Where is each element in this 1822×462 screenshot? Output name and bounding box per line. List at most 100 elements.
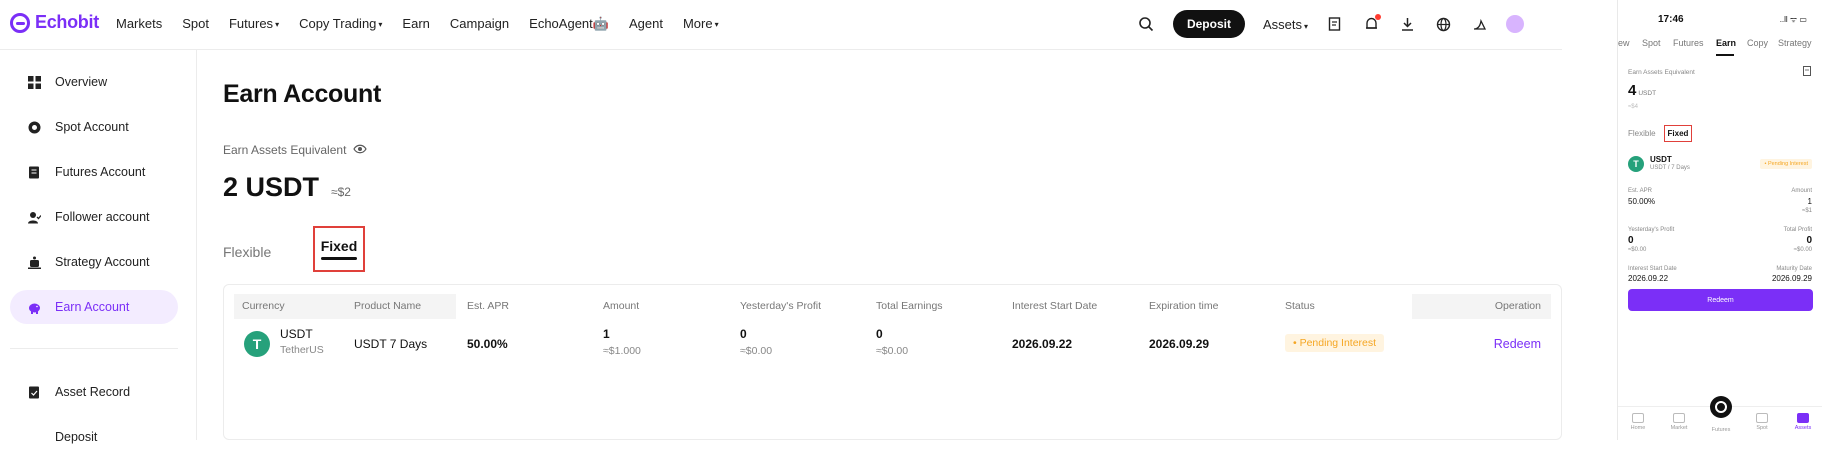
follower-icon xyxy=(28,211,41,224)
mobile-yesterday-profit: 0 xyxy=(1628,235,1634,246)
mobile-redeem-button[interactable]: Redeem xyxy=(1628,289,1813,311)
mobile-tab-spot[interactable]: Spot xyxy=(1642,38,1661,48)
nav-markets[interactable]: Markets xyxy=(116,16,162,32)
mobile-tab-strategy[interactable]: Strategy xyxy=(1778,38,1812,48)
nav-futures[interactable]: Futures ▾ xyxy=(229,16,279,32)
download-icon[interactable] xyxy=(1398,15,1416,33)
futures-icon xyxy=(28,166,41,179)
mobile-tab-copy[interactable]: Copy xyxy=(1747,38,1768,48)
mobile-tab-overview[interactable]: ew xyxy=(1618,38,1630,48)
spot-icon xyxy=(1756,413,1768,423)
mobile-preview: 17:46 ..ll ᯤ ▭ ew Spot Futures Earn Copy… xyxy=(1617,0,1822,440)
desktop-window: Echobit Markets Spot Futures ▾ Copy Tradi… xyxy=(0,0,1562,444)
total-earnings-usd: ≈$0.00 xyxy=(876,345,909,357)
bottom-nav-futures[interactable]: Futures xyxy=(1706,427,1736,433)
mobile-tabs: ew Spot Futures Earn Copy Strategy xyxy=(1618,38,1822,58)
total-earnings: 0 xyxy=(876,327,883,341)
mobile-apr: 50.00% xyxy=(1628,197,1656,206)
mobile-amount: 1 xyxy=(1807,197,1812,206)
nav-spot[interactable]: Spot xyxy=(182,16,209,32)
yesterday-profit-usd: ≈$0.00 xyxy=(740,345,773,357)
coin-name: TetherUS xyxy=(280,344,324,356)
sidebar-item-follower[interactable]: Follower account xyxy=(10,200,178,234)
mobile-equiv-value: 4 USDT xyxy=(1628,82,1657,99)
nav-earn[interactable]: Earn xyxy=(402,16,429,32)
bottom-nav-spot[interactable]: Spot xyxy=(1747,413,1777,431)
amount-usd: ≈$1.000 xyxy=(603,345,641,357)
record-icon[interactable] xyxy=(1803,66,1812,79)
theme-icon[interactable] xyxy=(1470,15,1488,33)
bottom-nav-home[interactable]: Home xyxy=(1623,413,1653,431)
logo-icon xyxy=(10,12,30,33)
bottom-nav-market[interactable]: Market xyxy=(1664,413,1694,431)
mobile-equiv-usd: ≈$4 xyxy=(1628,104,1638,110)
table-header: Currency Product Name Est. APR Amount Ye… xyxy=(234,294,1551,319)
tab-flexible[interactable]: Flexible xyxy=(223,244,271,260)
chevron-down-icon: ▾ xyxy=(714,20,719,30)
mobile-start-date: 2026.09.22 xyxy=(1628,274,1669,283)
order-icon[interactable] xyxy=(1326,15,1344,33)
chevron-down-icon: ▾ xyxy=(1303,21,1308,31)
nav-campaign[interactable]: Campaign xyxy=(450,16,509,32)
record-icon xyxy=(28,386,41,399)
status-badge: • Pending Interest xyxy=(1285,334,1385,352)
tab-underline xyxy=(321,257,357,260)
sidebar-item-spot[interactable]: Spot Account xyxy=(10,110,178,144)
header-tools: Deposit Assets ▾ xyxy=(1137,10,1524,38)
coin-symbol: USDT xyxy=(280,327,313,341)
fixed-table: Currency Product Name Est. APR Amount Ye… xyxy=(223,284,1562,440)
redeem-link[interactable]: Redeem xyxy=(1494,337,1541,351)
sidebar-item-strategy[interactable]: Strategy Account xyxy=(10,245,178,279)
chevron-down-icon: ▾ xyxy=(378,20,383,30)
sidebar-item-futures[interactable]: Futures Account xyxy=(10,155,178,189)
sidebar-item-overview[interactable]: Overview xyxy=(10,65,178,99)
mobile-total-profit: 0 xyxy=(1806,235,1812,246)
equiv-value: 2 USDT xyxy=(223,172,320,202)
bell-icon[interactable] xyxy=(1362,14,1381,33)
brand-logo[interactable]: Echobit xyxy=(10,12,99,33)
chevron-down-icon: ▾ xyxy=(275,20,280,30)
main-nav: Markets Spot Futures ▾ Copy Trading ▾ Earn… xyxy=(116,16,719,32)
amount-value: 1 xyxy=(603,327,610,341)
sidebar-divider xyxy=(10,348,178,349)
home-icon xyxy=(1632,413,1644,423)
eye-icon[interactable] xyxy=(353,143,368,157)
sidebar-item-deposit[interactable]: Deposit xyxy=(10,420,178,454)
globe-icon[interactable] xyxy=(1434,15,1452,33)
equiv-usd: ≈$2 xyxy=(331,185,351,199)
notification-dot xyxy=(1375,14,1381,20)
mobile-status-badge: • Pending Interest xyxy=(1760,159,1812,169)
mobile-tab-fixed[interactable]: Fixed xyxy=(1664,125,1692,142)
spot-icon xyxy=(28,121,41,134)
usdt-coin-icon: T xyxy=(1628,156,1644,172)
tab-fixed[interactable]: Fixed xyxy=(313,226,365,272)
expiration-date: 2026.09.29 xyxy=(1149,337,1210,351)
nav-agent[interactable]: Agent xyxy=(629,16,663,32)
piggy-icon xyxy=(28,301,41,314)
mobile-maturity-date: 2026.09.29 xyxy=(1771,274,1812,283)
sidebar-item-asset-record[interactable]: Asset Record xyxy=(10,375,178,409)
interest-start-date: 2026.09.22 xyxy=(1012,337,1073,351)
mobile-tab-futures[interactable]: Futures xyxy=(1673,38,1704,48)
yesterday-profit: 0 xyxy=(740,327,747,341)
mobile-coin-sub: USDT / 7 Days xyxy=(1650,165,1690,171)
mobile-tab-flexible[interactable]: Flexible xyxy=(1628,129,1656,138)
mobile-tab-earn[interactable]: Earn xyxy=(1716,38,1736,48)
search-icon[interactable] xyxy=(1137,15,1155,33)
mobile-time: 17:46 xyxy=(1658,14,1684,25)
avatar[interactable] xyxy=(1506,15,1524,33)
futures-logo-icon[interactable] xyxy=(1710,396,1732,418)
signal-wifi-battery-icon: ..ll ᯤ ▭ xyxy=(1779,15,1807,24)
bottom-nav-assets[interactable]: Assets xyxy=(1788,413,1818,431)
nav-more[interactable]: More ▾ xyxy=(683,16,719,32)
top-navbar: Echobit Markets Spot Futures ▾ Copy Tradi… xyxy=(0,0,1562,50)
page-title: Earn Account xyxy=(223,80,381,108)
sidebar-item-earn[interactable]: Earn Account xyxy=(10,290,178,324)
mobile-equiv-label: Earn Assets Equivalent xyxy=(1628,69,1695,76)
nav-echoagent[interactable]: EchoAgent🤖 xyxy=(529,16,609,32)
wallet-icon xyxy=(1797,413,1809,423)
nav-copy-trading[interactable]: Copy Trading ▾ xyxy=(299,16,382,32)
product-name: USDT 7 Days xyxy=(354,337,428,351)
deposit-button[interactable]: Deposit xyxy=(1172,10,1245,38)
assets-dropdown[interactable]: Assets ▾ xyxy=(1263,17,1308,32)
